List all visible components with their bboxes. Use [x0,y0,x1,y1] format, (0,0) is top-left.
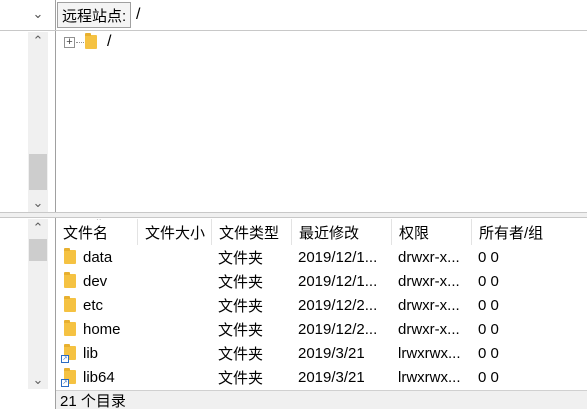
file-perms-cell: lrwxrwx... [398,368,461,386]
symlink-badge-icon: ↗ [61,379,69,387]
file-type-cell: 文件夹 [218,249,264,267]
file-size-cell [146,317,216,341]
file-name-cell: etc [83,296,104,314]
file-size-cell [146,341,216,365]
scroll-up-icon[interactable]: ⌃ [28,219,48,237]
file-owner-cell: 0 0 [478,272,499,290]
column-header-label: 权限 [399,224,430,242]
file-owner-cell: 0 0 [478,248,499,266]
file-owner-cell: 0 0 [478,344,499,362]
pane-splitter[interactable] [0,212,587,218]
file-type-cell: 文件夹 [218,273,264,291]
folder-icon [85,33,97,49]
file-modified-cell: 2019/12/2... [298,320,378,338]
file-name-cell: dev [83,272,108,290]
file-perms-cell: drwxr-x... [398,320,460,338]
tree-root-label: / [107,33,112,50]
scroll-down-icon[interactable]: ⌄ [28,194,48,212]
file-size-cell [146,365,216,389]
symlink-badge-icon: ↗ [61,355,69,363]
list-scroll-thumb[interactable] [29,239,47,261]
folder-icon [64,320,76,336]
file-owner-cell: 0 0 [478,296,499,314]
file-size-cell [146,245,216,269]
file-size-cell [146,293,216,317]
file-modified-cell: 2019/12/1... [298,272,378,290]
column-header-permissions[interactable]: 权限 [392,219,472,245]
file-row[interactable]: ↗ lib64 文件夹 2019/3/21 lrwxrwx... 0 0 [56,365,587,389]
list-scrollbar[interactable]: ⌃ ⌄ [28,219,48,389]
folder-icon [64,296,76,312]
folder-icon [64,248,76,264]
file-type-cell: 文件夹 [218,321,264,339]
file-type-cell: 文件夹 [218,297,264,315]
remote-site-label: 远程站点: [57,2,132,28]
file-perms-cell: drwxr-x... [398,272,460,290]
column-header-name[interactable]: 文件名 ⌃ [56,219,138,245]
tree-connector [76,41,84,43]
file-row[interactable]: home 文件夹 2019/12/2... drwxr-x... 0 0 [56,317,587,341]
file-name-cell: home [83,320,121,338]
scroll-up-icon[interactable]: ⌃ [28,32,48,50]
file-type-cell: 文件夹 [218,345,264,363]
file-type-cell: 文件夹 [218,369,264,387]
folder-icon: ↗ [61,368,76,387]
file-owner-cell: 0 0 [478,368,499,386]
file-name-cell: data [83,248,113,266]
file-row[interactable]: data 文件夹 2019/12/1... drwxr-x... 0 0 [56,245,587,269]
column-header-type[interactable]: 文件类型 [212,219,292,245]
folder-icon: ↗ [61,344,76,363]
column-header-modified[interactable]: 最近修改 [292,219,392,245]
expand-icon[interactable]: + [64,36,75,48]
file-row[interactable]: ↗ lib 文件夹 2019/3/21 lrwxrwx... 0 0 [56,341,587,365]
remote-path-input[interactable]: / [134,2,574,28]
file-perms-cell: drwxr-x... [398,248,460,266]
status-bar: 21 个目录 [56,390,587,409]
file-row[interactable]: dev 文件夹 2019/12/1... drwxr-x... 0 0 [56,269,587,293]
file-perms-cell: lrwxrwx... [398,344,461,362]
column-header-size[interactable]: 文件大小 [138,219,212,245]
folder-icon [64,272,76,288]
tree-scrollbar[interactable]: ⌃ ⌄ [28,32,48,212]
file-perms-cell: drwxr-x... [398,296,460,314]
tree-root-node[interactable]: + / [64,32,111,52]
column-header-label: 所有者/组 [479,224,544,242]
file-modified-cell: 2019/12/2... [298,296,378,314]
file-name-cell: lib64 [83,368,115,386]
column-header-label: 最近修改 [299,224,360,242]
column-header-owner[interactable]: 所有者/组 [472,219,587,245]
file-modified-cell: 2019/3/21 [298,344,365,362]
file-modified-cell: 2019/12/1... [298,248,378,266]
column-header-label: 文件类型 [219,224,280,242]
file-size-cell [146,269,216,293]
scroll-down-icon[interactable]: ⌄ [28,371,48,389]
chevron-down-icon[interactable]: ⌄ [28,4,48,24]
column-header-label: 文件大小 [145,224,206,242]
file-name-cell: lib [83,344,99,362]
file-row[interactable]: etc 文件夹 2019/12/2... drwxr-x... 0 0 [56,293,587,317]
file-modified-cell: 2019/3/21 [298,368,365,386]
tree-scroll-thumb[interactable] [29,154,47,190]
address-divider [0,30,587,31]
file-owner-cell: 0 0 [478,320,499,338]
file-list-header: 文件名 ⌃ 文件大小 文件类型 最近修改 权限 所有者/组 [56,219,587,245]
sort-ascending-icon: ⌃ [95,219,103,226]
